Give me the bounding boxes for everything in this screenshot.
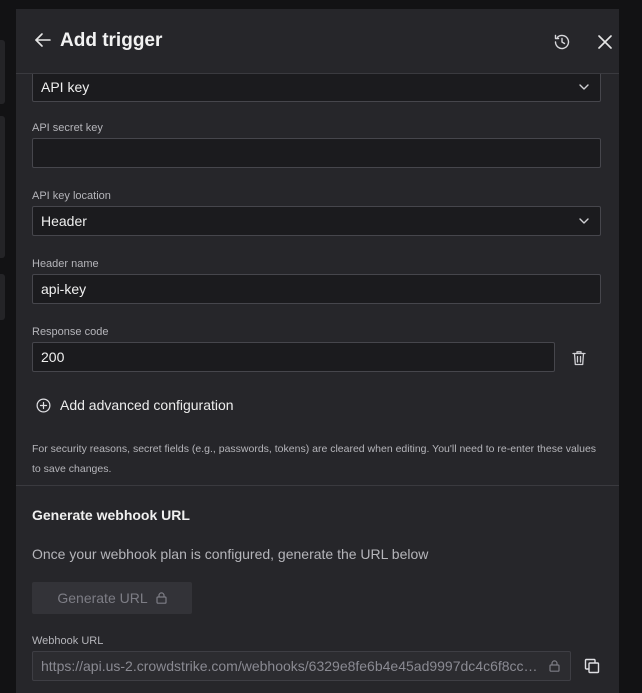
api-key-location-select[interactable]: Header	[32, 206, 601, 236]
auth-type-value: API key	[41, 79, 90, 95]
background-card	[0, 274, 5, 320]
webhook-url-label: Webhook URL	[32, 635, 104, 647]
copy-icon	[584, 658, 600, 674]
arrow-left-icon	[35, 33, 51, 47]
chevron-down-icon	[579, 218, 589, 224]
add-advanced-configuration-label: Add advanced configuration	[60, 397, 234, 413]
response-code-input[interactable]: 200	[32, 342, 555, 372]
panel-header: Add trigger	[16, 9, 619, 74]
generate-url-button[interactable]: Generate URL	[32, 582, 192, 614]
history-icon	[554, 34, 570, 50]
webhook-section-title: Generate webhook URL	[32, 507, 190, 523]
header-name-input[interactable]: api-key	[32, 274, 601, 304]
background-card	[0, 40, 5, 104]
chevron-down-icon	[579, 84, 589, 90]
background-card	[0, 116, 5, 258]
plus-circle-icon	[36, 398, 51, 412]
webhook-url-field[interactable]: https://api.us-2.crowdstrike.com/webhook…	[32, 651, 571, 681]
close-icon	[598, 35, 612, 49]
copy-url-button[interactable]	[582, 656, 602, 676]
delete-response-code-button[interactable]	[570, 348, 588, 368]
lock-icon	[549, 660, 560, 672]
close-button[interactable]	[594, 31, 616, 53]
webhook-section-description: Once your webhook plan is configured, ge…	[32, 546, 429, 562]
lock-icon	[156, 592, 167, 604]
form-content: API key API secret key API key location …	[16, 72, 619, 693]
history-button[interactable]	[551, 31, 573, 53]
api-secret-key-label: API secret key	[32, 122, 103, 134]
header-name-label: Header name	[32, 258, 99, 270]
api-secret-key-input[interactable]	[32, 138, 601, 168]
api-key-location-label: API key location	[32, 190, 111, 202]
section-divider	[16, 485, 619, 486]
api-key-location-value: Header	[41, 213, 87, 229]
add-advanced-configuration-button[interactable]: Add advanced configuration	[36, 397, 234, 413]
page-title: Add trigger	[60, 30, 163, 51]
security-note: For security reasons, secret fields (e.g…	[32, 443, 597, 475]
response-code-label: Response code	[32, 326, 109, 338]
generate-url-label: Generate URL	[57, 590, 148, 606]
trash-icon	[572, 351, 586, 366]
webhook-url-value: https://api.us-2.crowdstrike.com/webhook…	[41, 658, 542, 674]
back-button[interactable]	[32, 29, 54, 51]
auth-type-select[interactable]: API key	[32, 72, 601, 102]
add-trigger-panel: Add trigger API key API secret key API k…	[16, 9, 619, 693]
